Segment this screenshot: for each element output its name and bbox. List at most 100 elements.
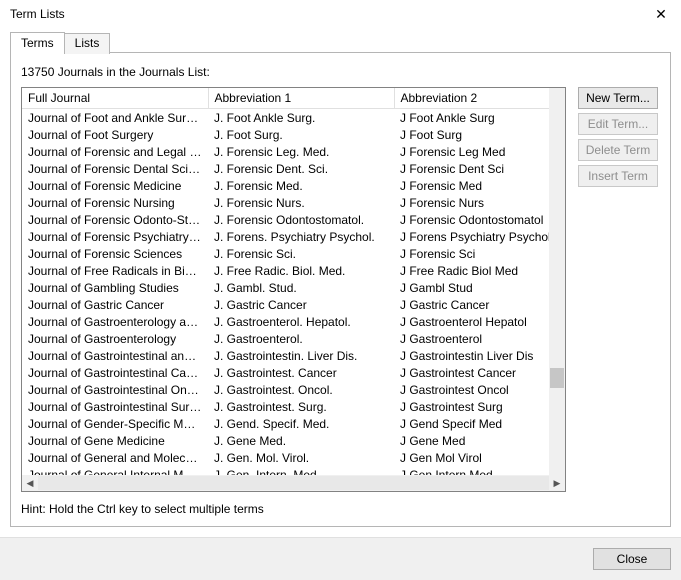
titlebar: Term Lists ✕ <box>0 0 681 28</box>
cell-a1: J. Forensic Dent. Sci. <box>208 160 394 177</box>
side-buttons: New Term... Edit Term... Delete Term Ins… <box>578 87 658 492</box>
cell-a1: J. Forensic Leg. Med. <box>208 143 394 160</box>
cell-full: Journal of Gastrointestinal and Li... <box>22 347 208 364</box>
cell-full: Journal of Gambling Studies <box>22 279 208 296</box>
cell-full: Journal of Forensic Medicine <box>22 177 208 194</box>
edit-term-button: Edit Term... <box>578 113 658 135</box>
cell-a2: J Gastrointestin Liver Dis <box>394 347 565 364</box>
cell-a1: J. Gastric Cancer <box>208 296 394 313</box>
table-row[interactable]: Journal of Gender-Specific MedicineJ. Ge… <box>22 415 565 432</box>
cell-a2: J Forensic Odontostomatol <box>394 211 565 228</box>
table-row[interactable]: Journal of Forensic NursingJ. Forensic N… <box>22 194 565 211</box>
cell-a2: J Forensic Dent Sci <box>394 160 565 177</box>
close-icon[interactable]: ✕ <box>641 0 681 28</box>
cell-a1: J. Foot Surg. <box>208 126 394 143</box>
cell-a2: J Free Radic Biol Med <box>394 262 565 279</box>
cell-full: Journal of Forensic Odonto-Stom... <box>22 211 208 228</box>
cell-a1: J. Gastroenterol. Hepatol. <box>208 313 394 330</box>
horizontal-scrollbar[interactable]: ◀ ▶ <box>22 475 565 491</box>
cell-full: Journal of Gastrointestinal Surgery <box>22 398 208 415</box>
cell-full: Journal of Gastroenterology and ... <box>22 313 208 330</box>
cell-a2: J Gene Med <box>394 432 565 449</box>
table-row[interactable]: Journal of Forensic SciencesJ. Forensic … <box>22 245 565 262</box>
cell-full: Journal of Gastric Cancer <box>22 296 208 313</box>
table-row[interactable]: Journal of Gastrointestinal Oncol...J. G… <box>22 381 565 398</box>
table-row[interactable]: Journal of Foot and Ankle SurgeryJ. Foot… <box>22 109 565 127</box>
term-table: Full Journal Abbreviation 1 Abbreviation… <box>22 88 565 483</box>
cell-a2: J Forensic Med <box>394 177 565 194</box>
insert-term-button: Insert Term <box>578 165 658 187</box>
scrollbar-thumb[interactable] <box>550 368 564 388</box>
tab-lists[interactable]: Lists <box>64 33 111 54</box>
table-row[interactable]: Journal of Gastrointestinal SurgeryJ. Ga… <box>22 398 565 415</box>
cell-a2: J Forensic Sci <box>394 245 565 262</box>
cell-full: Journal of Gastrointestinal Cancer <box>22 364 208 381</box>
cell-full: Journal of Gender-Specific Medicine <box>22 415 208 432</box>
list-count: 13750 Journals in the Journals List: <box>21 65 660 79</box>
cell-a2: J Gastrointest Oncol <box>394 381 565 398</box>
cell-a1: J. Gastrointest. Cancer <box>208 364 394 381</box>
table-row[interactable]: Journal of Forensic and Legal Me...J. Fo… <box>22 143 565 160</box>
table-row[interactable]: Journal of Forensic Psychiatry & ...J. F… <box>22 228 565 245</box>
table-row[interactable]: Journal of Gene MedicineJ. Gene Med.J Ge… <box>22 432 565 449</box>
dialog-body: Terms Lists 13750 Journals in the Journa… <box>0 28 681 537</box>
cell-full: Journal of Gastroenterology <box>22 330 208 347</box>
tab-page-terms: 13750 Journals in the Journals List: Ful… <box>10 52 671 527</box>
close-button[interactable]: Close <box>593 548 671 570</box>
table-row[interactable]: Journal of Gastrointestinal and Li...J. … <box>22 347 565 364</box>
cell-full: Journal of Forensic Nursing <box>22 194 208 211</box>
col-header-abbrev1[interactable]: Abbreviation 1 <box>208 88 394 109</box>
cell-a1: J. Forens. Psychiatry Psychol. <box>208 228 394 245</box>
cell-full: Journal of Forensic Sciences <box>22 245 208 262</box>
cell-a1: J. Gen. Mol. Virol. <box>208 449 394 466</box>
cell-a1: J. Gastroenterol. <box>208 330 394 347</box>
cell-a1: J. Forensic Odontostomatol. <box>208 211 394 228</box>
scroll-right-icon[interactable]: ▶ <box>549 475 565 491</box>
cell-full: Journal of Gastrointestinal Oncol... <box>22 381 208 398</box>
tab-terms[interactable]: Terms <box>10 32 65 53</box>
cell-full: Journal of Free Radicals in Biolog... <box>22 262 208 279</box>
cell-a2: J Gend Specif Med <box>394 415 565 432</box>
scroll-left-icon[interactable]: ◀ <box>22 475 38 491</box>
table-row[interactable]: Journal of Gambling StudiesJ. Gambl. Stu… <box>22 279 565 296</box>
table-row[interactable]: Journal of Gastrointestinal CancerJ. Gas… <box>22 364 565 381</box>
term-list[interactable]: Full Journal Abbreviation 1 Abbreviation… <box>21 87 566 492</box>
cell-a1: J. Gend. Specif. Med. <box>208 415 394 432</box>
scrollbar-track[interactable] <box>38 476 549 490</box>
table-row[interactable]: Journal of General and Molecular ...J. G… <box>22 449 565 466</box>
table-row[interactable]: Journal of GastroenterologyJ. Gastroente… <box>22 330 565 347</box>
cell-a1: J. Gastrointest. Oncol. <box>208 381 394 398</box>
cell-full: Journal of Forensic Psychiatry & ... <box>22 228 208 245</box>
cell-a1: J. Forensic Sci. <box>208 245 394 262</box>
cell-a2: J Foot Ankle Surg <box>394 109 565 127</box>
table-row[interactable]: Journal of Gastroenterology and ...J. Ga… <box>22 313 565 330</box>
vertical-scrollbar[interactable] <box>549 88 565 475</box>
cell-full: Journal of Forensic Dental Sciences <box>22 160 208 177</box>
cell-a2: J Gastroenterol <box>394 330 565 347</box>
delete-term-button: Delete Term <box>578 139 658 161</box>
cell-a2: J Gastric Cancer <box>394 296 565 313</box>
cell-a1: J. Gambl. Stud. <box>208 279 394 296</box>
cell-a2: J Gen Mol Virol <box>394 449 565 466</box>
cell-a2: J Gambl Stud <box>394 279 565 296</box>
cell-full: Journal of Foot Surgery <box>22 126 208 143</box>
table-row[interactable]: Journal of Gastric CancerJ. Gastric Canc… <box>22 296 565 313</box>
cell-a2: J Gastrointest Cancer <box>394 364 565 381</box>
cell-a1: J. Gastrointest. Surg. <box>208 398 394 415</box>
cell-a1: J. Free Radic. Biol. Med. <box>208 262 394 279</box>
cell-a2: J Forensic Nurs <box>394 194 565 211</box>
cell-a1: J. Gene Med. <box>208 432 394 449</box>
table-row[interactable]: Journal of Forensic Dental SciencesJ. Fo… <box>22 160 565 177</box>
cell-full: Journal of Gene Medicine <box>22 432 208 449</box>
table-row[interactable]: Journal of Forensic MedicineJ. Forensic … <box>22 177 565 194</box>
cell-a1: J. Foot Ankle Surg. <box>208 109 394 127</box>
new-term-button[interactable]: New Term... <box>578 87 658 109</box>
cell-a2: J Forensic Leg Med <box>394 143 565 160</box>
col-header-abbrev2[interactable]: Abbreviation 2 <box>394 88 565 109</box>
cell-full: Journal of General and Molecular ... <box>22 449 208 466</box>
col-header-full[interactable]: Full Journal <box>22 88 208 109</box>
table-row[interactable]: Journal of Forensic Odonto-Stom...J. For… <box>22 211 565 228</box>
dialog-footer: Close <box>0 537 681 580</box>
table-row[interactable]: Journal of Foot SurgeryJ. Foot Surg.J Fo… <box>22 126 565 143</box>
table-row[interactable]: Journal of Free Radicals in Biolog...J. … <box>22 262 565 279</box>
